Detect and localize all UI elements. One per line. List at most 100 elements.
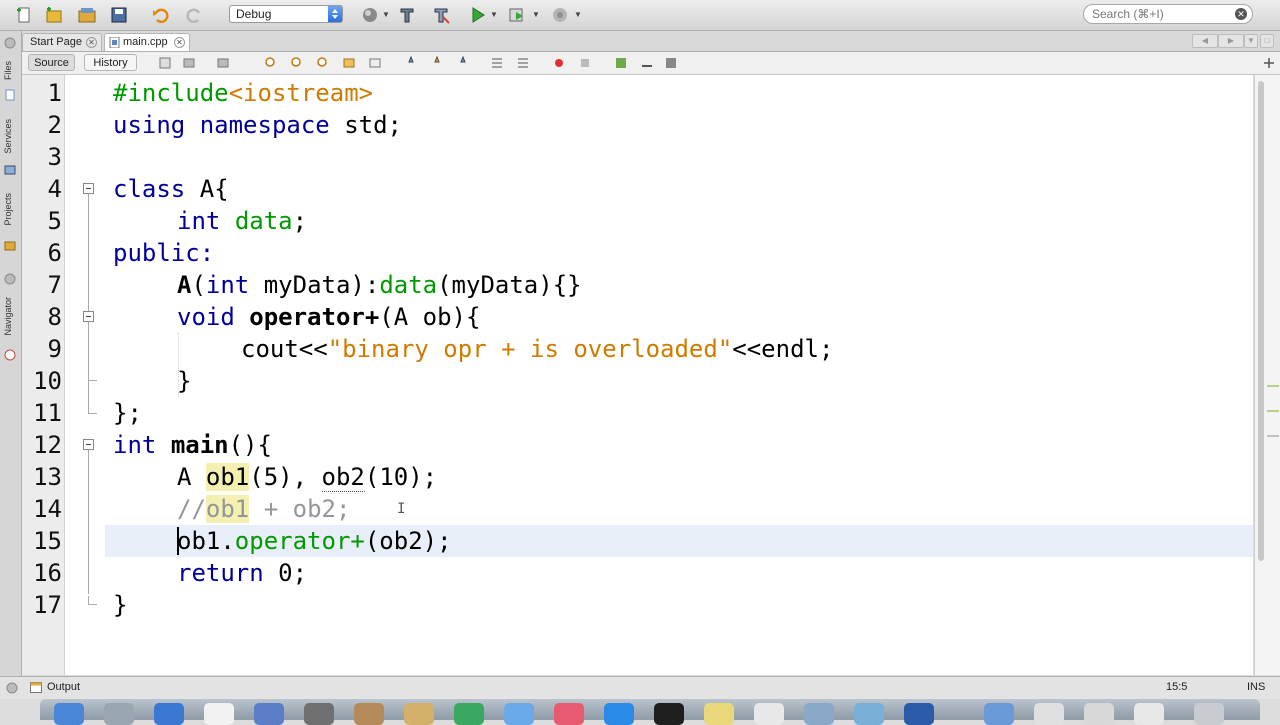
trash-icon[interactable] [1194,703,1224,725]
profile-icon[interactable] [550,5,570,25]
previous-bookmark-icon[interactable] [404,56,418,70]
chevron-down-icon[interactable]: ▼ [490,10,498,19]
minimize-output-icon[interactable] [6,682,18,694]
toggle-rectangular-selection-icon[interactable] [368,56,382,70]
close-tab-icon[interactable]: ✕ [86,37,97,48]
itunes-icon[interactable] [554,703,584,725]
line-number: 12 [33,431,62,459]
navigator-panel-tab[interactable]: Navigator [3,297,13,336]
finder-icon[interactable] [54,703,84,725]
code-text: A{ [185,175,229,203]
annotation-mark[interactable] [1267,385,1279,387]
documents-stack-icon[interactable] [1034,703,1064,725]
new-file-icon[interactable] [14,5,34,25]
toggle-highlight-icon[interactable] [342,56,356,70]
error-stripe-scrollbar[interactable] [1254,75,1280,675]
launchpad-icon[interactable] [104,703,134,725]
maximize-window-icon[interactable]: □ [1260,34,1274,48]
open-project-icon[interactable] [77,5,97,25]
output-panel-tab[interactable]: Output [47,681,80,693]
contacts-icon[interactable] [254,703,284,725]
save-all-icon[interactable] [109,5,129,25]
projects-panel-tab[interactable]: Projects [3,193,13,226]
new-project-icon[interactable] [44,5,64,25]
safari-icon[interactable] [154,703,184,725]
find-previous-icon[interactable] [290,56,304,70]
line-number: 4 [47,175,62,203]
photos-icon[interactable] [804,703,834,725]
search-field[interactable]: Search (⌘+I) ✕ [1083,4,1253,24]
diff-icon[interactable] [664,56,678,70]
show-opened-documents-icon[interactable]: ▼ [1244,34,1258,48]
chevron-down-icon[interactable]: ▼ [574,10,582,19]
build-hammer-icon[interactable] [397,5,417,25]
code-text: (10); [364,463,438,491]
code-text: (myData){} [437,271,582,299]
last-edit-icon[interactable] [158,56,172,70]
code-text: A [177,463,206,491]
code-text: std; [329,111,402,139]
uncomment-icon[interactable] [640,56,654,70]
back-icon[interactable] [182,56,196,70]
start-macro-recording-icon[interactable] [552,56,566,70]
chevron-down-icon[interactable]: ▼ [532,10,540,19]
keyword: int [113,431,157,459]
find-next-icon[interactable] [316,56,330,70]
next-bookmark-icon[interactable] [430,56,444,70]
files-panel-tab[interactable]: Files [3,61,13,80]
files-stack-icon[interactable] [1084,703,1114,725]
debug-icon[interactable] [507,5,527,25]
terminal-icon[interactable] [654,703,684,725]
source-view-button[interactable]: Source [28,54,75,71]
code-line-17: } [113,589,127,621]
textedit-icon[interactable] [404,703,434,725]
history-view-button[interactable]: History [84,54,137,71]
vertical-scrollbar-thumb[interactable] [1258,81,1264,561]
redo-icon[interactable] [184,5,204,25]
notes-icon[interactable] [354,703,384,725]
files-stack-icon[interactable] [1134,703,1164,725]
services-panel-tab[interactable]: Services [3,119,13,154]
close-tab-icon[interactable]: ✕ [174,37,185,48]
tab-main-cpp[interactable]: main.cpp ✕ [104,33,190,51]
shift-right-icon[interactable] [516,56,530,70]
fold-main-toggle[interactable] [83,439,94,450]
netbeans-icon[interactable] [854,703,884,725]
stop-macro-recording-icon[interactable] [578,56,592,70]
chevron-down-icon[interactable]: ▼ [382,10,390,19]
fold-class-toggle[interactable] [83,183,94,194]
scroll-tabs-left-icon[interactable]: ◀ [1192,34,1218,48]
code-text: cout<< [241,335,328,363]
split-editor-icon[interactable] [1262,56,1276,70]
fold-operator-toggle[interactable] [83,311,94,322]
forward-icon[interactable] [216,56,230,70]
stickies-icon[interactable] [704,703,734,725]
tab-start-page[interactable]: Start Page ✕ [22,33,102,51]
numbers-icon[interactable] [454,703,484,725]
annotation-mark[interactable] [1267,410,1279,412]
undo-icon[interactable] [151,5,171,25]
chrome-icon[interactable] [504,703,534,725]
find-icon[interactable] [264,56,278,70]
minimize-panel-icon[interactable] [4,37,16,49]
comment-icon[interactable] [614,56,628,70]
toggle-bookmark-icon[interactable] [456,56,470,70]
app-icon[interactable] [904,703,934,725]
shift-left-icon[interactable] [490,56,504,70]
clear-search-icon[interactable]: ✕ [1235,8,1247,20]
comment: // [177,495,206,523]
code-editor[interactable]: #include<iostream> using namespace std; … [105,75,1253,675]
clean-build-icon[interactable] [431,5,451,25]
scroll-tabs-right-icon[interactable]: ▶ [1218,34,1244,48]
build-configuration-select[interactable]: Debug [229,5,343,23]
preview-icon[interactable] [754,703,784,725]
minimize-panel-icon[interactable] [4,273,16,285]
system-preferences-icon[interactable] [304,703,334,725]
downloads-folder-icon[interactable] [984,703,1014,725]
annotation-mark[interactable] [1267,435,1279,437]
run-icon[interactable] [468,5,488,25]
app-store-icon[interactable] [604,703,634,725]
calendar-icon[interactable] [204,703,234,725]
code-line-4: class A{ [113,173,229,205]
globe-icon[interactable] [360,5,380,25]
